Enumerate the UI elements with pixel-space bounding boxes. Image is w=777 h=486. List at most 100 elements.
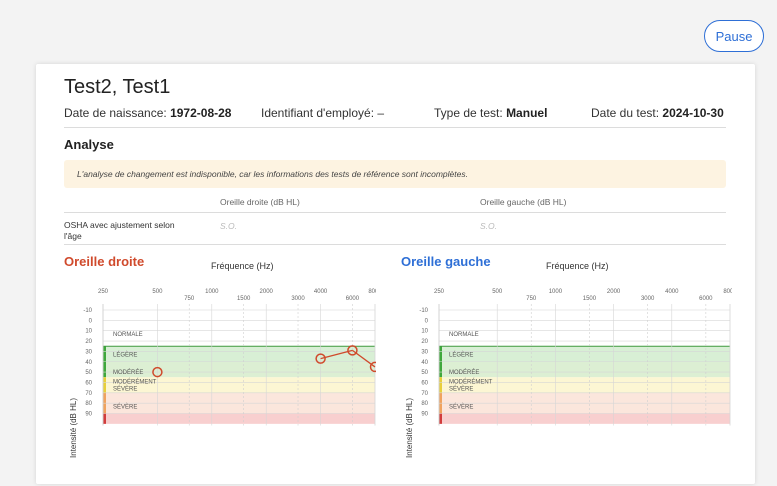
dob-info: Date de naissance: 1972-08-28: [64, 106, 231, 120]
x-tick-label: 4000: [314, 289, 328, 295]
osha-left-value: S.O.: [480, 221, 498, 231]
right-freq-title: Fréquence (Hz): [211, 261, 274, 271]
x-tick-label: 500: [492, 289, 503, 295]
right-ear-title: Oreille droite: [64, 254, 145, 269]
y-tick-label: 40: [421, 360, 428, 366]
x-tick-label: 3000: [291, 296, 305, 302]
osha-right-value: S.O.: [220, 221, 238, 231]
y-tick-label: 60: [85, 380, 92, 386]
employee-value: –: [377, 106, 385, 120]
y-tick-label: 80: [85, 401, 92, 407]
x-tick-label: 2000: [260, 289, 274, 295]
y-tick-label: 10: [421, 329, 428, 335]
severity-bar: [103, 413, 106, 424]
severity-label: MODÉRÉE: [449, 369, 479, 376]
x-tick-label: 8000: [723, 289, 732, 295]
test-type-value: Manuel: [506, 106, 548, 120]
severity-band: [439, 361, 730, 378]
x-tick-label: 6000: [346, 296, 360, 302]
severity-label: SÉVÈRE: [449, 385, 473, 392]
severity-label: MODÉRÉMENT: [113, 378, 157, 385]
severity-label: SÉVÈRE: [113, 403, 137, 410]
x-tick-label: 750: [526, 296, 537, 302]
table-divider: [64, 212, 726, 213]
severity-label: MODÉRÉMENT: [449, 378, 493, 385]
x-tick-label: 250: [434, 289, 445, 295]
dob-label: Date de naissance:: [64, 106, 167, 120]
right-ear-audiogram: 2505001000200040008000750150030006000-10…: [66, 276, 376, 486]
left-ear-audiogram: 2505001000200040008000750150030006000-10…: [402, 276, 732, 486]
severity-band: [439, 346, 730, 362]
y-tick-label: 90: [421, 412, 428, 418]
y-tick-label: 30: [85, 349, 92, 355]
severity-bar: [439, 361, 442, 378]
left-ear-title: Oreille gauche: [401, 254, 491, 269]
y-axis-title: Intensité (dB HL): [69, 398, 78, 458]
y-tick-label: 50: [85, 370, 92, 376]
x-tick-label: 2000: [607, 289, 621, 295]
severity-label: SÉVÈRE: [449, 403, 473, 410]
y-tick-label: 80: [421, 401, 428, 407]
y-tick-label: 20: [85, 339, 92, 345]
pause-button[interactable]: Pause: [704, 20, 764, 52]
osha-row-label: OSHA avec ajustement selon l'âge: [64, 220, 175, 241]
severity-label: LÉGÈRE: [113, 352, 137, 359]
severity-bar: [103, 346, 106, 362]
y-tick-label: 70: [85, 391, 92, 397]
y-tick-label: -10: [419, 308, 428, 314]
y-tick-label: 60: [421, 380, 428, 386]
y-tick-label: 0: [89, 318, 93, 324]
x-tick-label: 1500: [237, 296, 251, 302]
y-axis-title: Intensité (dB HL): [405, 398, 414, 458]
x-tick-label: 1500: [583, 296, 597, 302]
severity-label: NORMALE: [113, 332, 143, 338]
y-tick-label: 90: [85, 412, 92, 418]
employee-info: Identifiant d'employé: –: [261, 106, 384, 120]
col-right-ear: Oreille droite (dB HL): [220, 197, 300, 207]
severity-bar: [439, 413, 442, 424]
divider: [64, 127, 726, 128]
y-tick-label: 70: [421, 391, 428, 397]
y-tick-label: 30: [421, 349, 428, 355]
x-tick-label: 3000: [641, 296, 655, 302]
x-tick-label: 4000: [665, 289, 679, 295]
table-divider: [64, 244, 726, 245]
x-tick-label: 1000: [205, 289, 219, 295]
y-tick-label: 40: [85, 360, 92, 366]
x-tick-label: 1000: [549, 289, 563, 295]
analysis-title: Analyse: [64, 137, 114, 152]
test-date-info: Date du test: 2024-10-30: [591, 106, 724, 120]
y-tick-label: -10: [83, 308, 92, 314]
severity-band: [103, 413, 375, 424]
dob-value: 1972-08-28: [170, 106, 232, 120]
severity-bar: [439, 377, 442, 393]
severity-label: NORMALE: [449, 332, 479, 338]
test-type-info: Type de test: Manuel: [434, 106, 547, 120]
x-tick-label: 8000: [368, 289, 376, 295]
severity-band: [439, 413, 730, 424]
patient-name: Test2, Test1: [64, 76, 171, 98]
col-left-ear: Oreille gauche (dB HL): [480, 197, 567, 207]
test-date-label: Date du test:: [591, 106, 660, 120]
severity-label: LÉGÈRE: [449, 352, 473, 359]
severity-bar: [103, 361, 106, 378]
y-tick-label: 10: [85, 329, 92, 335]
test-date-value: 2024-10-30: [662, 106, 724, 120]
severity-bar: [103, 377, 106, 393]
test-type-label: Type de test:: [434, 106, 503, 120]
x-tick-label: 6000: [699, 296, 713, 302]
y-tick-label: 50: [421, 370, 428, 376]
y-tick-label: 0: [425, 318, 429, 324]
results-card: Test2, Test1 Date de naissance: 1972-08-…: [36, 64, 755, 484]
y-tick-label: 20: [421, 339, 428, 345]
severity-label: SÉVÈRE: [113, 385, 137, 392]
analysis-notice: L'analyse de changement est indisponible…: [64, 160, 726, 188]
severity-band: [103, 361, 375, 378]
severity-band: [103, 346, 375, 362]
severity-bar: [439, 346, 442, 362]
x-tick-label: 500: [152, 289, 163, 295]
severity-label: MODÉRÉE: [113, 369, 143, 376]
x-tick-label: 750: [184, 296, 195, 302]
x-tick-label: 250: [98, 289, 109, 295]
employee-label: Identifiant d'employé:: [261, 106, 375, 120]
